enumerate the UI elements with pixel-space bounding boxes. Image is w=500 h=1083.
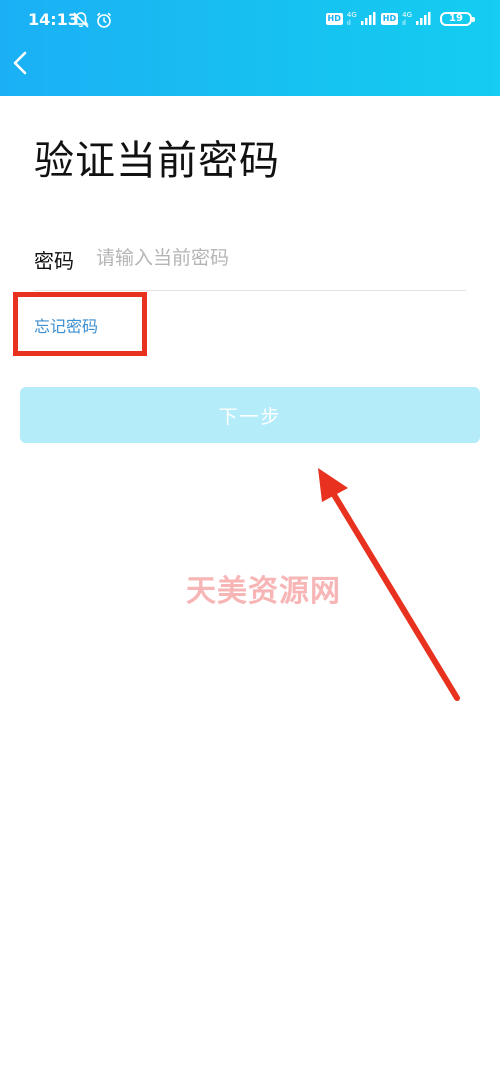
network-type-label-2: 4G ıl	[402, 11, 412, 27]
status-right-group: HD 4G ıl HD 4G ıl 19	[325, 10, 475, 29]
hd-badge: HD	[325, 13, 343, 25]
password-field-row: 密码	[34, 236, 466, 291]
signal-icon-2	[416, 10, 432, 29]
battery-icon: 19	[440, 12, 475, 26]
password-label: 密码	[34, 249, 74, 273]
next-step-button[interactable]: 下一步	[20, 387, 480, 443]
status-bar: 14:13 HD 4G ıl HD 4G ıl 19	[0, 0, 500, 38]
hd-badge-2: HD	[380, 13, 399, 25]
signal-icon	[360, 10, 377, 29]
back-button[interactable]	[6, 46, 36, 80]
annotation-arrow-icon	[318, 468, 460, 701]
app-header: 14:13 HD 4G ıl HD 4G ıl 19	[0, 0, 500, 96]
battery-level: 19	[449, 13, 463, 24]
password-input[interactable]	[96, 240, 456, 276]
mute-notification-icon	[72, 11, 90, 33]
chevron-left-icon	[13, 51, 27, 75]
network-type-label: 4G ıl	[346, 11, 357, 27]
page-title: 验证当前密码	[34, 138, 280, 184]
alarm-icon	[95, 11, 113, 33]
annotation-highlight-box	[13, 292, 147, 356]
